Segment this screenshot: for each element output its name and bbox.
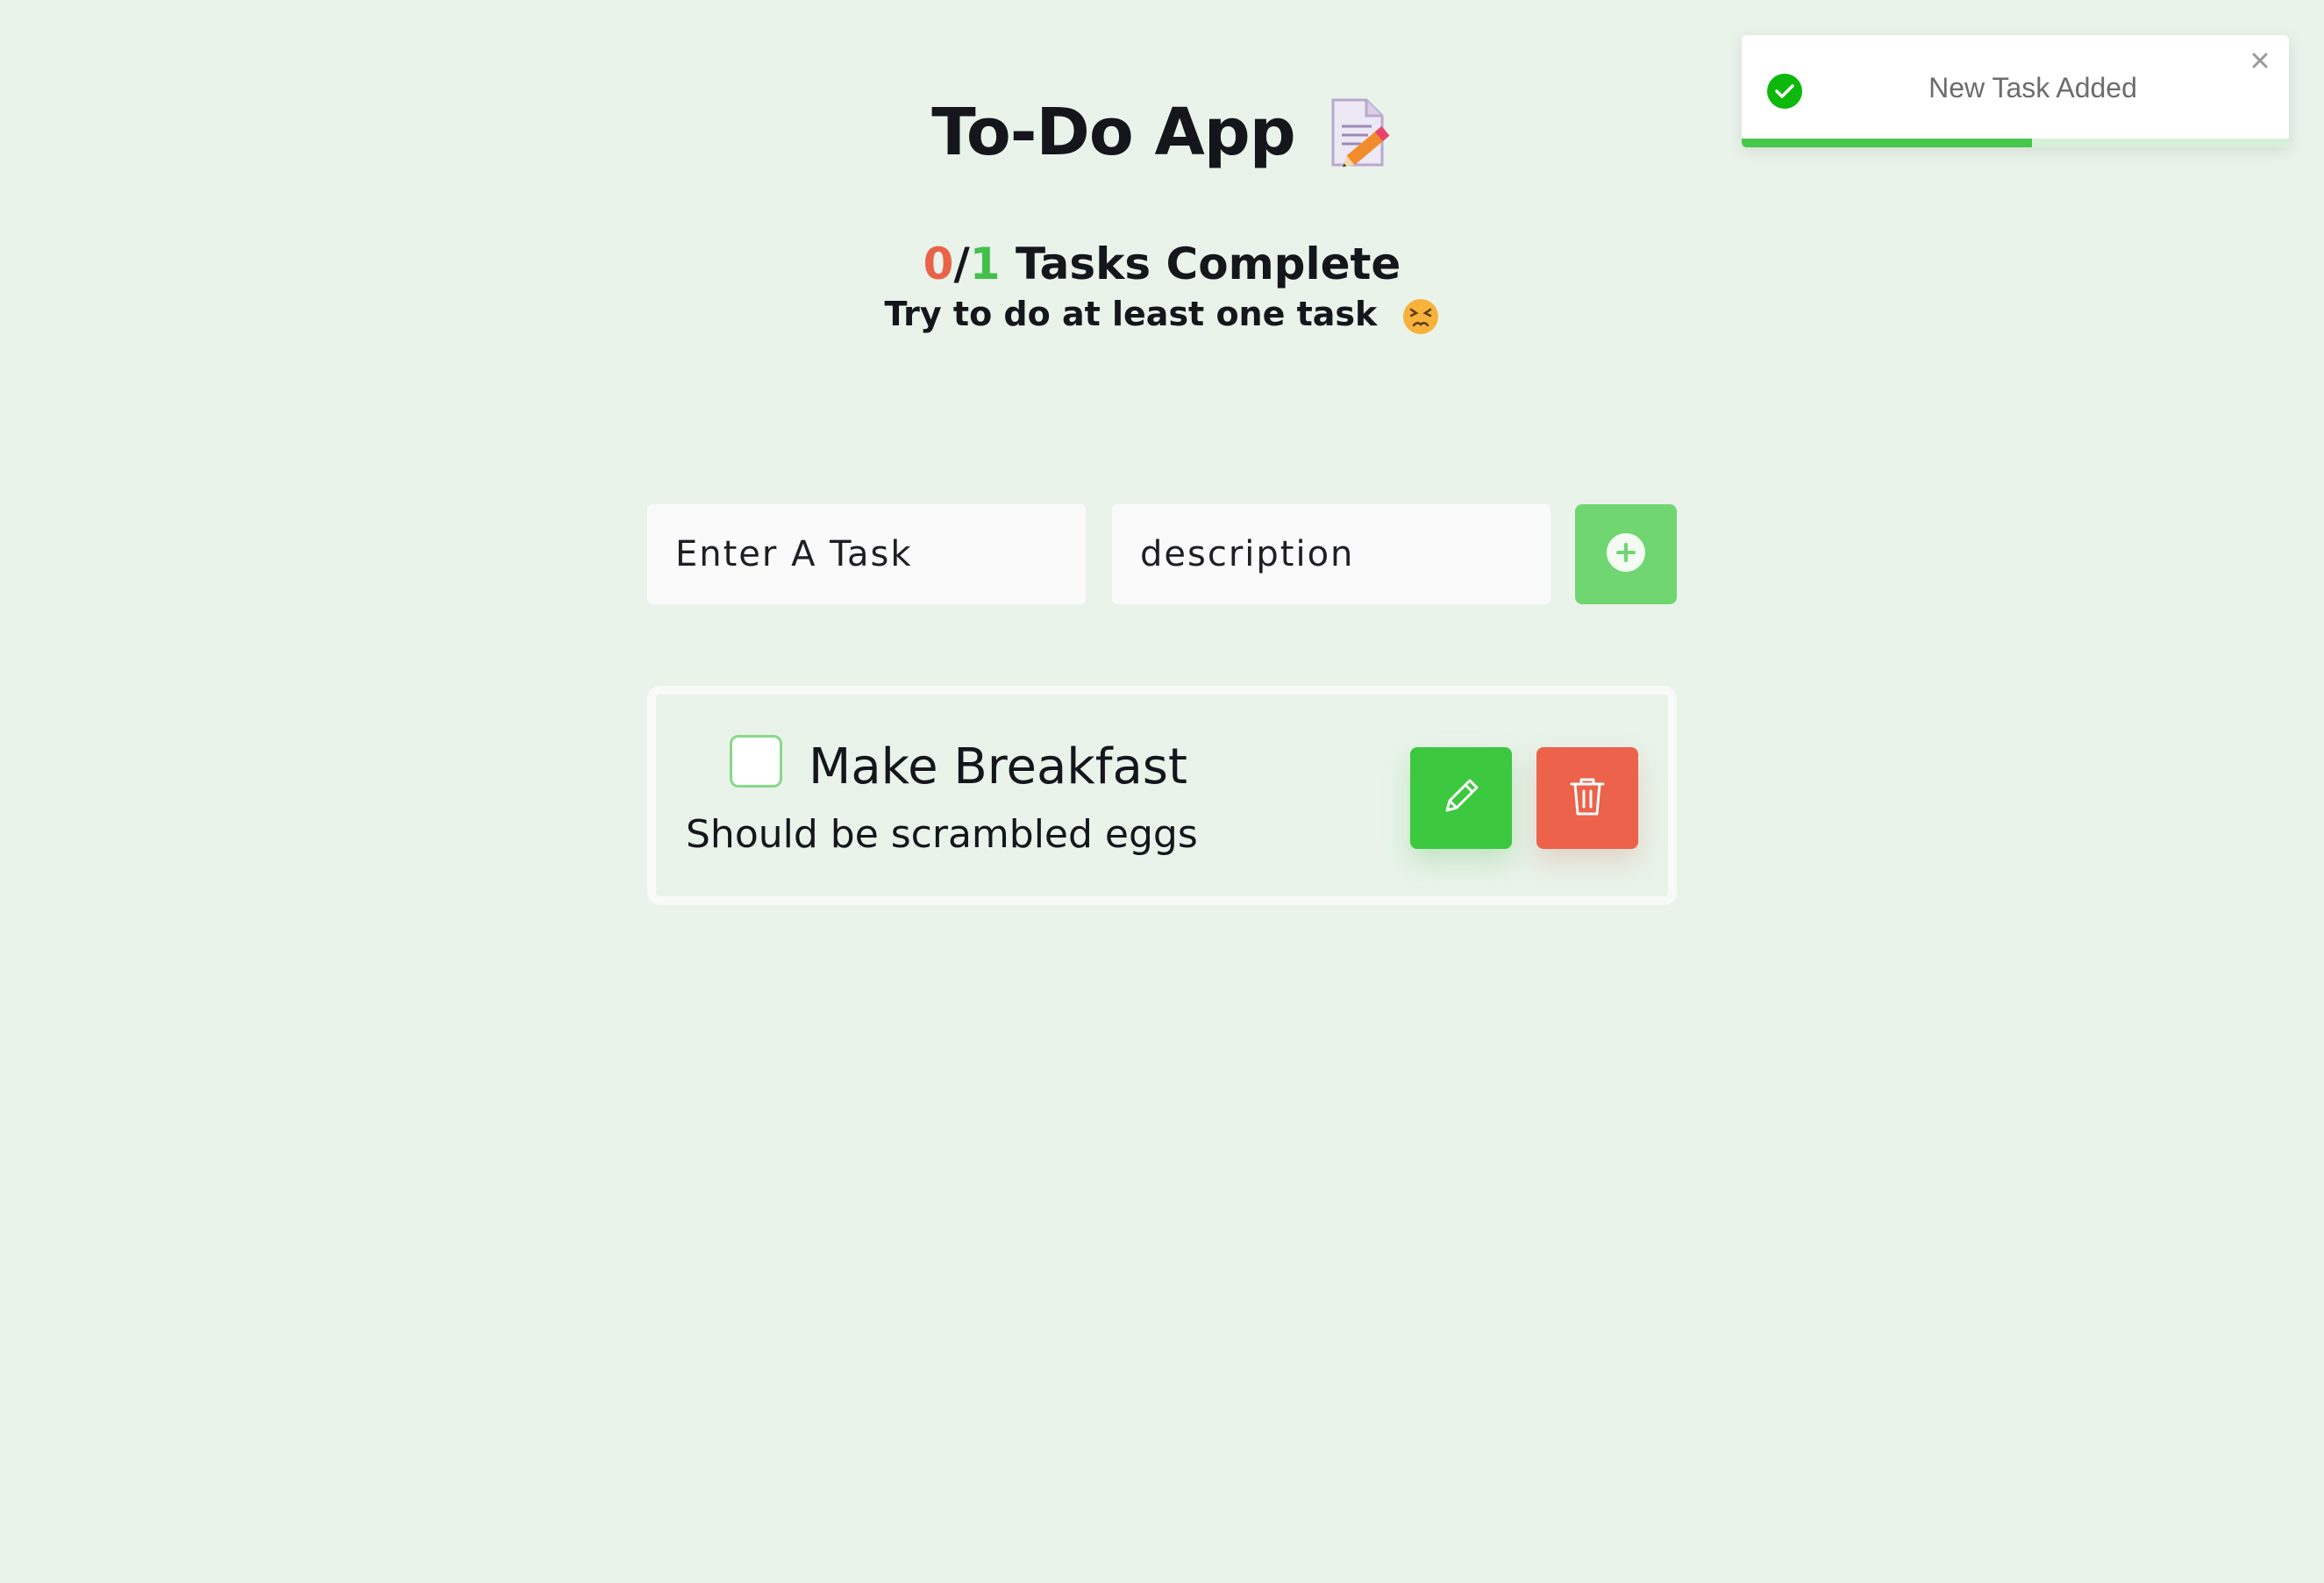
plus-circle-icon [1605, 531, 1647, 577]
task-item: Make Breakfast Should be scrambled eggs [647, 686, 1677, 905]
check-circle-icon [1766, 73, 1803, 110]
memo-pencil-icon [1326, 95, 1393, 170]
motivation-message: Try to do at least one task [0, 295, 2324, 336]
toast-message: New Task Added [1928, 72, 2137, 103]
progress-label: Tasks Complete [1000, 239, 1401, 289]
progress-separator: / [953, 239, 970, 289]
total-count: 1 [969, 239, 1001, 289]
toast-progress-bar [1742, 139, 2032, 147]
task-complete-checkbox[interactable] [730, 735, 782, 788]
close-icon[interactable] [2247, 47, 2273, 74]
completed-count: 0 [923, 239, 954, 289]
task-description-input[interactable] [1112, 504, 1551, 604]
delete-task-button[interactable] [1536, 747, 1638, 849]
pencil-icon [1436, 772, 1486, 824]
motivation-text: Try to do at least one task [884, 295, 1378, 333]
app-title: To-Do App [931, 95, 1295, 170]
toast-notification: New Task Added [1742, 35, 2289, 147]
edit-task-button[interactable] [1410, 747, 1512, 849]
task-title-input[interactable] [647, 504, 1086, 604]
task-progress: 0/1 Tasks Complete [0, 239, 2324, 289]
add-task-button[interactable] [1575, 504, 1677, 604]
task-description: Should be scrambled eggs [686, 812, 1198, 857]
persevering-face-icon [1401, 297, 1440, 336]
task-title: Make Breakfast [809, 738, 1187, 795]
trash-icon [1563, 772, 1612, 824]
